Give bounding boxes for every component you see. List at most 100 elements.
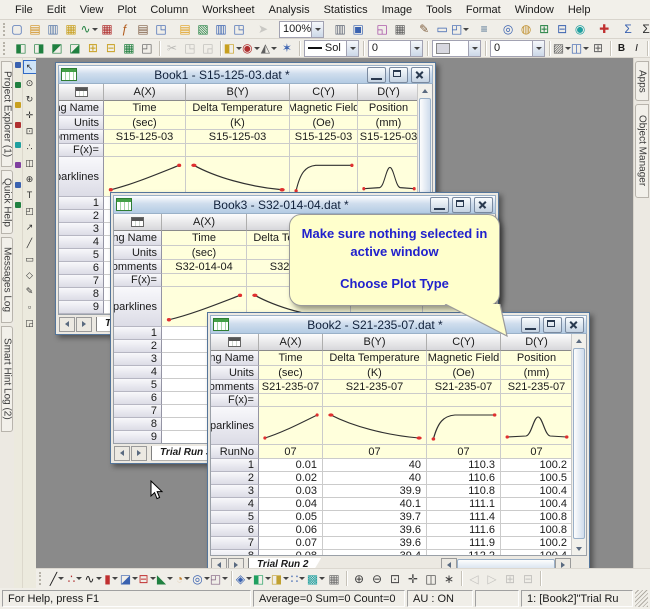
row-number[interactable]: 4: [114, 366, 162, 379]
hscroll-left-button[interactable]: [441, 558, 457, 569]
window-book2[interactable]: Book2 - S21-235-07.dat *A(X)B(Y)C(Y)D(Y)…: [207, 312, 590, 568]
column-header-a-x[interactable]: A(X): [259, 334, 323, 351]
save-project-button[interactable]: ▥: [44, 21, 62, 38]
plot-box-dropdown-arrow[interactable]: [150, 577, 156, 580]
project-explorer-button[interactable]: ≡: [475, 21, 493, 38]
runno-col4[interactable]: 07: [501, 445, 573, 459]
dock-tab-project-explorer-1[interactable]: Project Explorer (1): [1, 61, 13, 167]
border-color-dropdown-arrow[interactable]: [271, 47, 277, 50]
cell-f-x-col1[interactable]: [104, 144, 186, 157]
move-column-first-button[interactable]: ◧: [12, 40, 30, 57]
row-number[interactable]: 7: [59, 275, 104, 288]
screen-reader-tool[interactable]: ⊙: [23, 76, 37, 90]
row-number[interactable]: 7: [211, 537, 259, 550]
data-cell-col1[interactable]: 0.06: [259, 524, 323, 537]
text-tool[interactable]: T: [23, 188, 37, 202]
data-cell-col1[interactable]: 0.01: [259, 459, 323, 472]
sheet-nav-right[interactable]: [228, 558, 244, 569]
font-size-combo-dropdown-button[interactable]: [532, 41, 544, 56]
sparkline-cell-col4[interactable]: [358, 157, 420, 197]
sparkline-cell-col3[interactable]: [290, 157, 358, 197]
cell-f-x-col2[interactable]: [186, 144, 290, 157]
dock-tab-smart-hint-log-2[interactable]: Smart Hint Log (2): [1, 326, 13, 432]
sheet-tab[interactable]: Trial Run 2: [248, 558, 322, 569]
plot-line-symbol-dropdown-arrow[interactable]: [96, 577, 102, 580]
new-workbook-button[interactable]: ▦: [62, 21, 80, 38]
scroll-up-button[interactable]: [418, 84, 432, 97]
dock-tab-apps[interactable]: Apps: [635, 61, 649, 101]
vertical-scroll-thumb[interactable]: [573, 348, 585, 539]
close-button[interactable]: [474, 197, 493, 213]
data-cell-col4[interactable]: 100.2: [501, 459, 573, 472]
save-template-button[interactable]: ◳: [230, 21, 248, 38]
mask-points-button[interactable]: ◫: [422, 570, 440, 587]
data-cell-col1[interactable]: 0.08: [259, 550, 323, 556]
title-bar[interactable]: Book1 - S15-125-03.dat *: [58, 65, 433, 84]
plot-3d-surface-button[interactable]: ◧: [253, 570, 271, 587]
row-number[interactable]: 4: [59, 236, 104, 249]
notes-mini-icon[interactable]: [15, 162, 21, 168]
maximize-button[interactable]: [543, 317, 562, 333]
row-label-sparklines[interactable]: Sparklines: [114, 287, 162, 327]
row-number[interactable]: 1: [114, 327, 162, 340]
row-number[interactable]: 5: [59, 249, 104, 262]
toolbar-grip[interactable]: [3, 23, 5, 36]
cell-long-name-col1[interactable]: Time: [259, 351, 323, 366]
row-number[interactable]: 2: [211, 472, 259, 485]
new-notes-button[interactable]: ▤: [134, 21, 152, 38]
bold-button[interactable]: B: [614, 40, 629, 57]
data-cell-col4[interactable]: 100.8: [501, 511, 573, 524]
data-cell-col2[interactable]: 39.6: [323, 524, 427, 537]
move-points-button[interactable]: ∗: [440, 570, 458, 587]
sheet-nav-right[interactable]: [76, 317, 92, 332]
column-header-d-y[interactable]: D(Y): [501, 334, 573, 351]
menu-statistics[interactable]: Statistics: [317, 2, 375, 18]
fill-color-button[interactable]: ◧: [224, 40, 242, 57]
layout-horizontal-button[interactable]: ▭: [433, 21, 451, 38]
sheet-nav-left[interactable]: [211, 558, 227, 569]
region-tool[interactable]: ▫: [23, 300, 37, 314]
column-header-a-x[interactable]: A(X): [104, 84, 186, 101]
horizontal-scroll-thumb[interactable]: [457, 559, 555, 569]
cell-comments-col1[interactable]: S21-235-07: [259, 380, 323, 394]
cell-units-col3[interactable]: (Oe): [427, 366, 501, 380]
column-properties-button[interactable]: ◰: [138, 40, 156, 57]
cell-units-col1[interactable]: (sec): [104, 116, 186, 130]
cell-f-x-col4[interactable]: [358, 144, 420, 157]
row-number[interactable]: 3: [114, 353, 162, 366]
row-number[interactable]: 4: [211, 498, 259, 511]
title-bar[interactable]: Book3 - S32-014-04.dat *: [113, 195, 496, 214]
data-cell-col4[interactable]: 100.4: [501, 550, 573, 556]
data-cell-col4[interactable]: 100.8: [501, 524, 573, 537]
row-label-long-name[interactable]: Long Name: [114, 231, 162, 246]
plot-template-dropdown-arrow[interactable]: [222, 577, 228, 580]
italic-button[interactable]: I: [629, 40, 644, 57]
row-number[interactable]: 9: [114, 431, 162, 444]
matrix-mini-icon[interactable]: [15, 122, 21, 128]
font-color-dropdown-arrow[interactable]: [254, 47, 260, 50]
row-label-comments[interactable]: Comments: [59, 130, 104, 144]
new-function-button[interactable]: ƒ: [116, 21, 134, 38]
new-layout-button[interactable]: ◳: [152, 21, 170, 38]
dock-tab-messages-log[interactable]: Messages Log: [1, 237, 13, 323]
draw-tool[interactable]: ✎: [23, 284, 37, 298]
toolbar-grip[interactable]: [39, 572, 45, 585]
data-cell-col2[interactable]: 39.7: [323, 511, 427, 524]
layout-vertical-dropdown-arrow[interactable]: [463, 28, 469, 31]
cell-long-name-col3[interactable]: Magnetic Field: [427, 351, 501, 366]
dock-tab-quick-help[interactable]: Quick Help: [1, 170, 13, 234]
column-header-a-x[interactable]: A(X): [162, 214, 247, 231]
plot-box-button[interactable]: ⊟: [138, 570, 156, 587]
plot-pie-button[interactable]: ◔: [174, 570, 192, 587]
close-button[interactable]: [411, 67, 430, 83]
sparkline-cell-col3[interactable]: [427, 407, 501, 445]
cell-f-x-col3[interactable]: [427, 394, 501, 407]
data-cell-col3[interactable]: 111.1: [427, 498, 501, 511]
plot-scatter-button[interactable]: ∴: [66, 570, 84, 587]
new-graph-dropdown-arrow[interactable]: [92, 28, 98, 31]
row-number[interactable]: 6: [59, 262, 104, 275]
plot-3d-bars-button[interactable]: ◨: [271, 570, 289, 587]
cell-f-x-col1[interactable]: [162, 274, 247, 287]
new-project-button[interactable]: ▢: [8, 21, 26, 38]
cell-f-x-col2[interactable]: [323, 394, 427, 407]
